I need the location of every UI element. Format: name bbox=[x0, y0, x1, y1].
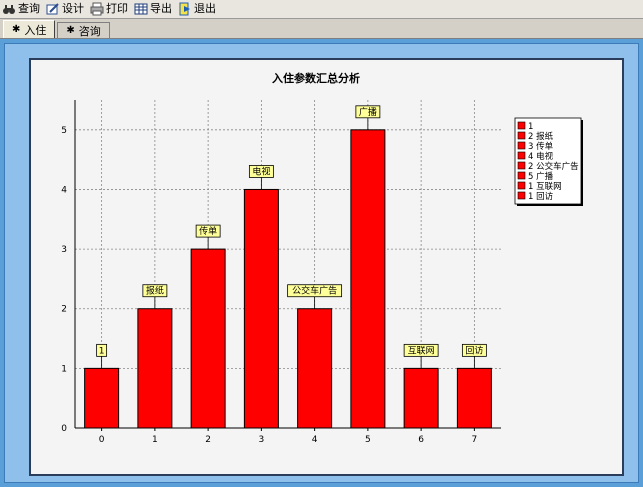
legend-entry: 3 传单 bbox=[528, 141, 554, 152]
legend-entry: 5 广播 bbox=[528, 171, 554, 182]
print-button-label: 打印 bbox=[106, 2, 128, 15]
query-button[interactable]: 查询 bbox=[2, 1, 40, 18]
y-tick-label: 2 bbox=[61, 305, 67, 315]
query-button-label: 查询 bbox=[18, 2, 40, 15]
design-button[interactable]: 设计 bbox=[46, 1, 84, 18]
data-label: 传单 bbox=[199, 225, 217, 237]
tab-checkin[interactable]: ✱ 入住 bbox=[3, 20, 56, 38]
y-tick-label: 0 bbox=[61, 424, 67, 434]
x-tick-label: 0 bbox=[99, 435, 105, 445]
tab-checkin-label: 入住 bbox=[24, 23, 47, 37]
data-label: 互联网 bbox=[408, 345, 435, 356]
y-tick-label: 4 bbox=[61, 185, 67, 195]
report-canvas: 入住参数汇总分析 0 1 2 3 4 5 0 1 2 3 4 5 6 7 1 报纸 传单 电视公交车广告 广播互联… bbox=[4, 43, 639, 483]
tab-consult[interactable]: ✱ 咨询 bbox=[57, 22, 110, 38]
chart-title: 入住参数汇总分析 bbox=[272, 71, 360, 85]
binoculars-icon bbox=[3, 5, 15, 14]
x-tick-label: 3 bbox=[259, 435, 265, 445]
x-tick-label: 4 bbox=[312, 435, 318, 445]
legend: 12 报纸3 传单4 电视2 公交车广告5 广播1 互联网1 回访 bbox=[514, 117, 583, 206]
legend-entry: 1 bbox=[528, 122, 533, 132]
x-tick-label: 2 bbox=[205, 435, 211, 445]
legend-swatch bbox=[517, 151, 526, 160]
data-label: 报纸 bbox=[146, 285, 164, 297]
bar bbox=[190, 248, 226, 429]
data-label: 广播 bbox=[359, 106, 377, 118]
tab-marker-icon: ✱ bbox=[66, 25, 75, 36]
tab-consult-label: 咨询 bbox=[78, 24, 101, 38]
legend-swatch bbox=[517, 121, 526, 130]
design-button-label: 设计 bbox=[62, 2, 84, 15]
exit-button[interactable]: 退出 bbox=[178, 1, 216, 18]
toolbar: 查询 设计 打印 导出 退出 bbox=[0, 0, 643, 19]
content-area: 入住参数汇总分析 0 1 2 3 4 5 0 1 2 3 4 5 6 7 1 报纸 传单 电视公交车广告 广播互联… bbox=[0, 39, 643, 487]
print-button[interactable]: 打印 bbox=[90, 1, 128, 18]
legend-swatch bbox=[517, 161, 526, 170]
bar bbox=[297, 308, 333, 429]
export-grid-icon bbox=[134, 3, 148, 15]
legend-swatch bbox=[517, 131, 526, 140]
y-tick-label: 1 bbox=[61, 364, 67, 374]
design-icon bbox=[46, 3, 59, 15]
bar bbox=[350, 129, 386, 429]
data-label: 公交车广告 bbox=[292, 285, 337, 297]
data-label: 电视 bbox=[252, 165, 270, 177]
data-label: 1 bbox=[99, 346, 105, 356]
x-tick-label: 7 bbox=[472, 435, 478, 445]
legend-entry: 1 互联网 bbox=[528, 182, 562, 192]
legend-entry: 2 报纸 bbox=[528, 131, 554, 142]
chart-panel: 入住参数汇总分析 0 1 2 3 4 5 0 1 2 3 4 5 6 7 1 报纸 传单 电视公交车广告 广播互联… bbox=[29, 58, 624, 476]
bar bbox=[243, 188, 279, 429]
legend-entry: 1 回访 bbox=[528, 191, 554, 202]
tab-marker-icon: ✱ bbox=[12, 24, 21, 35]
legend-entry: 2 公交车广告 bbox=[528, 161, 579, 172]
y-tick-label: 3 bbox=[61, 245, 67, 255]
legend-swatch bbox=[517, 191, 526, 200]
data-label: 回访 bbox=[465, 345, 483, 356]
legend-swatch bbox=[517, 181, 526, 190]
legend-entry: 4 电视 bbox=[528, 151, 554, 162]
x-tick-label: 5 bbox=[365, 435, 371, 445]
y-tick-label: 5 bbox=[61, 126, 67, 136]
x-tick-label: 1 bbox=[152, 435, 158, 445]
bar bbox=[137, 308, 173, 429]
bar-chart: 入住参数汇总分析 0 1 2 3 4 5 0 1 2 3 4 5 6 7 1 报纸 传单 电视公交车广告 广播互联… bbox=[61, 71, 583, 445]
export-button[interactable]: 导出 bbox=[134, 1, 172, 18]
bar bbox=[456, 367, 492, 429]
x-tick-label: 6 bbox=[418, 435, 424, 445]
legend-swatch bbox=[517, 171, 526, 180]
exit-button-label: 退出 bbox=[194, 2, 216, 15]
legend-swatch bbox=[517, 141, 526, 150]
tab-bar: ✱ 入住 ✱ 咨询 bbox=[0, 19, 643, 39]
printer-icon bbox=[90, 2, 104, 16]
export-button-label: 导出 bbox=[150, 2, 172, 15]
bar bbox=[84, 367, 120, 429]
exit-icon bbox=[179, 2, 190, 16]
bars bbox=[84, 129, 492, 429]
bar bbox=[403, 367, 439, 429]
